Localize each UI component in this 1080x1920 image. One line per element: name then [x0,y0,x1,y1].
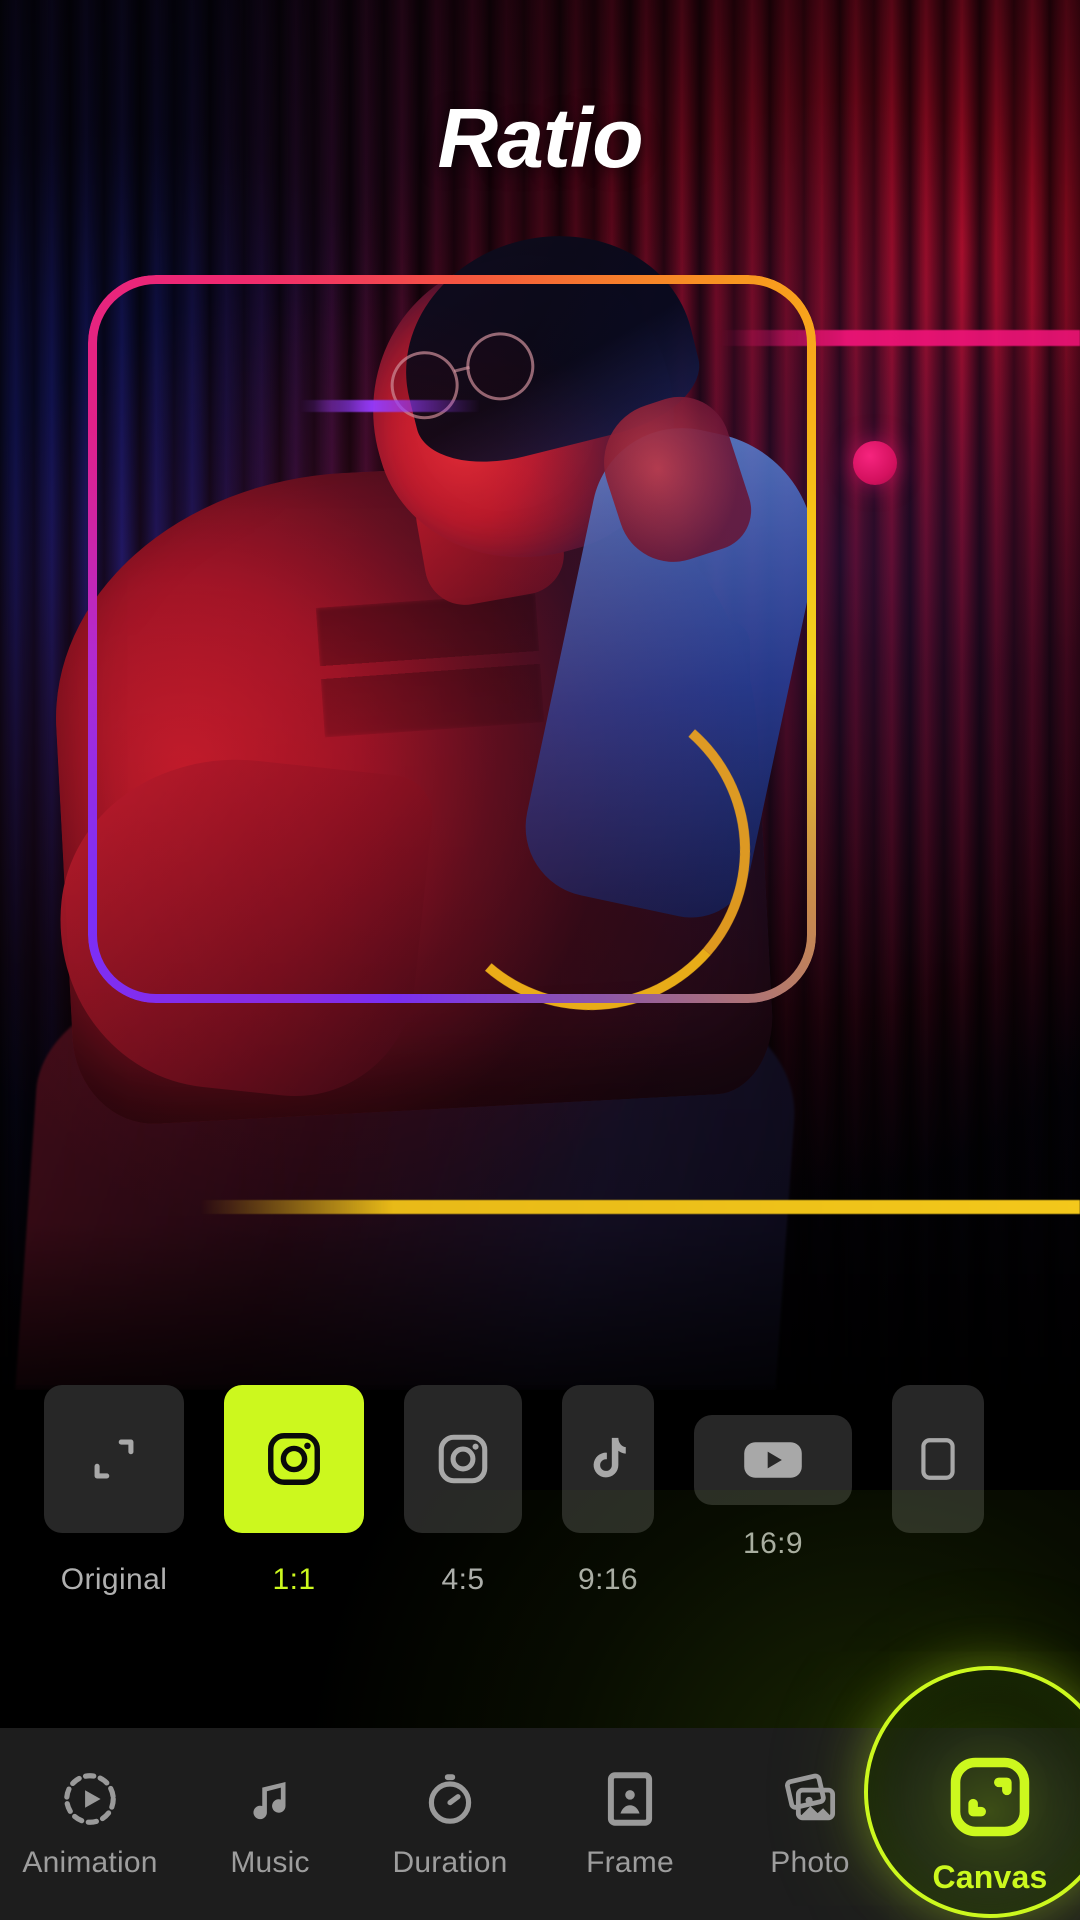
ratio-tile-1-1[interactable] [224,1385,364,1533]
nav-item-frame[interactable]: Frame [540,1728,720,1920]
nav-item-animation[interactable]: Animation [0,1728,180,1920]
ratio-strip[interactable]: Original 1:1 4:5 9:16 16:9 [0,1385,1080,1685]
tiktok-icon [593,1437,626,1478]
ratio-tile-4-5[interactable] [404,1385,522,1533]
nav-item-photo[interactable]: Photo [720,1728,900,1920]
ratio-label-16-9: 16:9 [743,1527,803,1560]
nav-label-animation: Animation [22,1846,158,1879]
ratio-option-9-16[interactable]: 9:16 [562,1385,654,1597]
youtube-icon [744,1442,802,1478]
ratio-tile-9-16[interactable] [562,1385,654,1533]
ratio-track[interactable]: Original 1:1 4:5 9:16 16:9 [0,1385,1080,1685]
ratio-option-16-9[interactable]: 16:9 [694,1385,852,1561]
music-note-icon [253,1781,286,1820]
nav-label-music: Music [230,1846,310,1879]
nav-label-duration: Duration [392,1846,508,1879]
ratio-tile-next[interactable] [892,1385,984,1533]
nav-item-canvas[interactable]: Canvas [864,1666,1080,1920]
canvas-ratio-frame[interactable] [88,275,816,1003]
ratio-label-original: Original [60,1563,168,1596]
ratio-label-9-16: 9:16 [578,1563,638,1596]
ratio-option-next[interactable] [892,1385,984,1563]
nav-item-music[interactable]: Music [180,1728,360,1920]
expand-corners-icon [94,1439,134,1479]
preview-stage[interactable] [0,0,1080,1390]
photos-stack-icon [785,1773,836,1821]
ratio-tile-original[interactable] [44,1385,184,1533]
ratio-option-original[interactable]: Original [44,1385,184,1597]
nav-label-photo: Photo [770,1846,850,1879]
canvas-resize-icon [950,1757,1030,1836]
stopwatch-icon [428,1774,472,1824]
pink-dot-decoration [853,441,897,485]
nav-label-canvas: Canvas [932,1858,1048,1895]
nav-item-duration[interactable]: Duration [360,1728,540,1920]
nav-label-frame: Frame [586,1846,674,1879]
page-title: Ratio [437,91,644,185]
ratio-option-4-5[interactable]: 4:5 [404,1385,522,1597]
animation-play-icon [64,1773,116,1825]
ratio-label-4-5: 4:5 [441,1563,485,1596]
ratio-option-1-1[interactable]: 1:1 [224,1385,364,1597]
app-root: Ratio Original 1:1 4:5 9:16 16:9 Animati… [0,0,1080,1920]
ratio-tile-16-9[interactable] [694,1415,852,1505]
instagram-icon [438,1434,488,1484]
portrait-frame-icon [607,1772,653,1826]
ratio-label-1-1: 1:1 [272,1563,316,1596]
more-ratio-icon [921,1438,955,1480]
instagram-icon [268,1433,320,1485]
bottom-navigation[interactable]: Animation Music Duration Frame Photo Can… [0,1666,1080,1920]
